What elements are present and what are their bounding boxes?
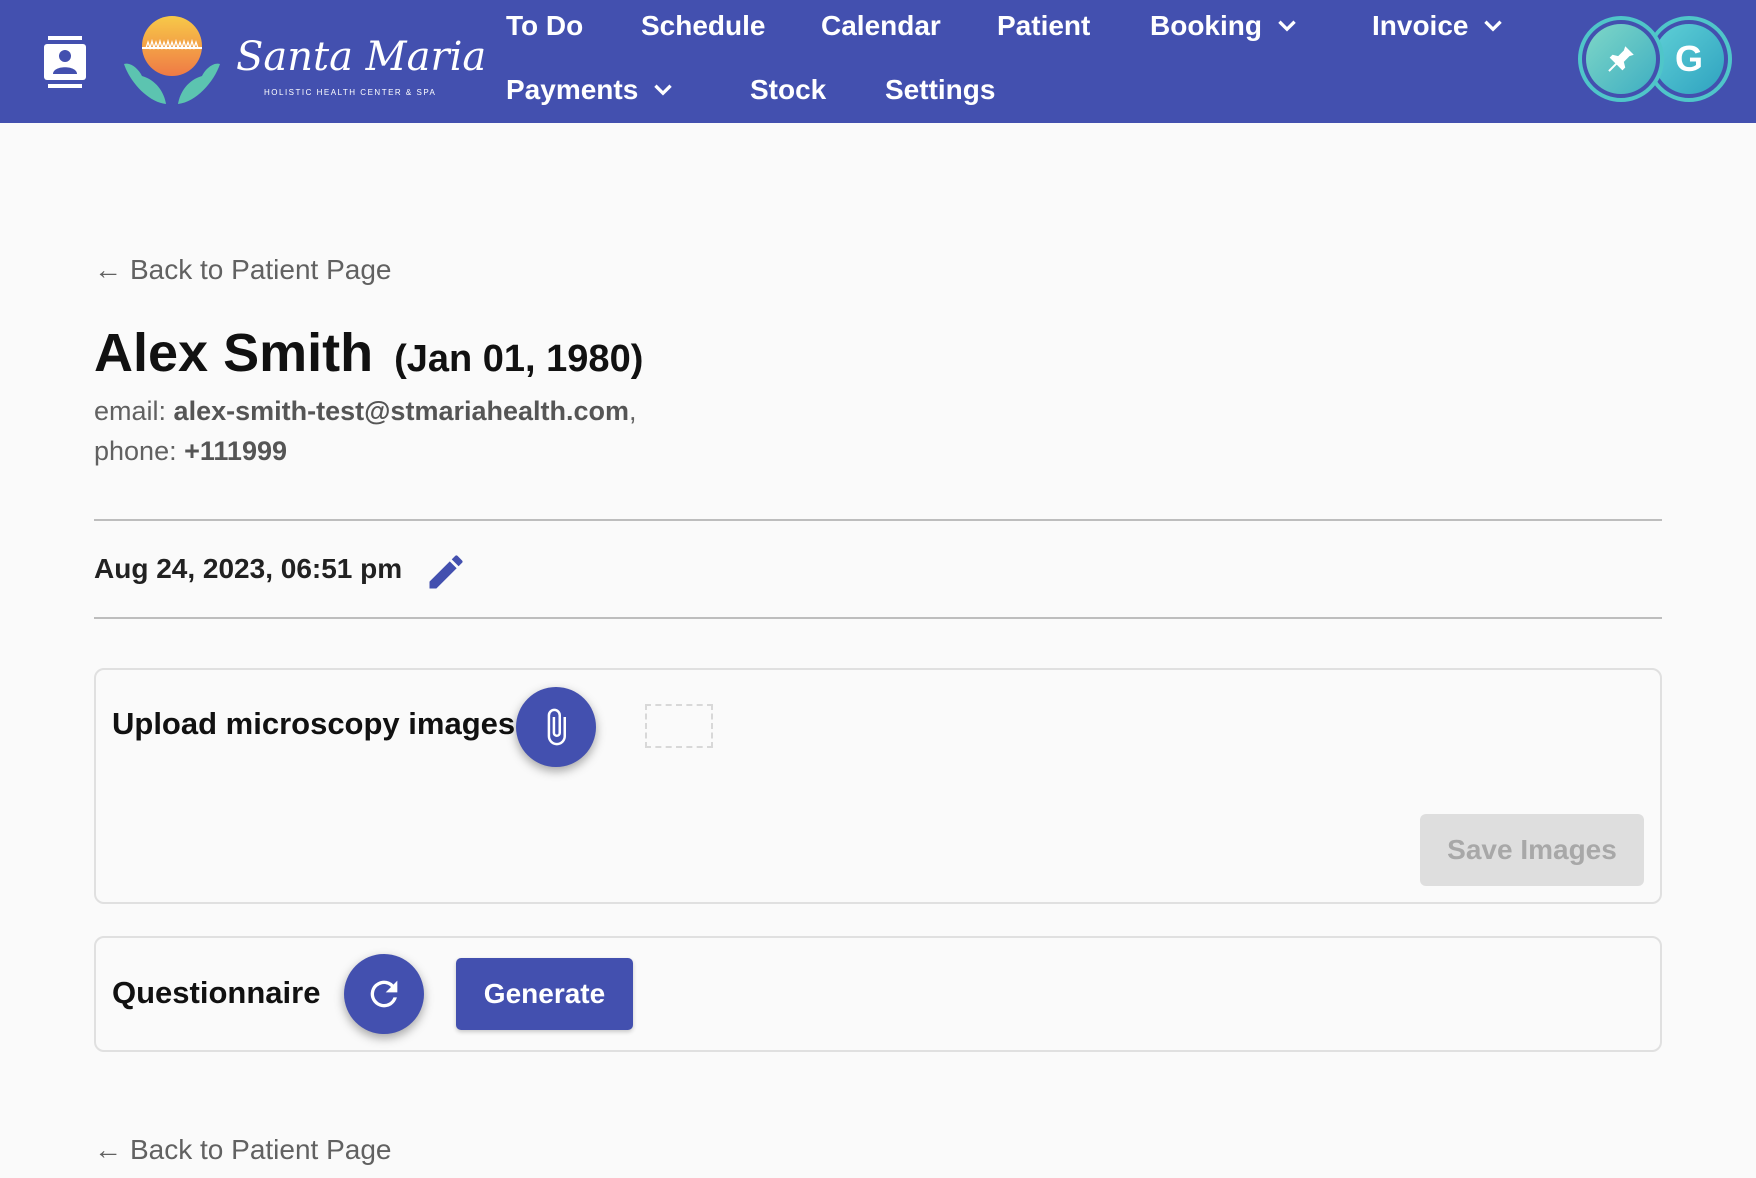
nav-payments[interactable]: Payments: [506, 74, 676, 106]
back-link-label: Back to Patient Page: [130, 1134, 392, 1165]
nav-invoice[interactable]: Invoice: [1372, 10, 1506, 42]
upload-images-card: Upload microscopy images Save Images: [94, 668, 1662, 904]
patient-phone-line: phone: +111999: [94, 436, 287, 467]
divider: [94, 617, 1662, 619]
patient-phone: +111999: [184, 436, 287, 466]
nav-settings[interactable]: Settings: [885, 74, 995, 106]
back-to-patient-link[interactable]: ← Back to Patient Page: [94, 254, 392, 286]
arrow-left-icon: ←: [94, 1134, 122, 1165]
chevron-down-icon: [654, 84, 673, 96]
patient-email-line: email: alex-smith-test@stmariahealth.com…: [94, 396, 637, 427]
patient-email: alex-smith-test@stmariahealth.com: [173, 396, 630, 426]
divider: [94, 519, 1662, 521]
nav-label: Stock: [750, 74, 827, 105]
nav-booking[interactable]: Booking: [1150, 10, 1300, 42]
nav-label: Calendar: [821, 10, 941, 41]
back-link-label: Back to Patient Page: [130, 254, 392, 285]
upload-card-title: Upload microscopy images: [112, 706, 516, 741]
patient-dob: (Jan 01, 1980): [394, 338, 644, 380]
page-title: Alex Smith (Jan 01, 1980): [94, 322, 643, 384]
back-to-patient-link-bottom[interactable]: ← Back to Patient Page: [94, 1134, 392, 1166]
nav-stock[interactable]: Stock: [750, 74, 826, 106]
contacts-icon[interactable]: [42, 36, 88, 88]
attach-images-button[interactable]: [516, 687, 596, 767]
refresh-icon: [370, 980, 398, 1008]
nav-patient[interactable]: Patient: [997, 10, 1090, 42]
santa-maria-logo[interactable]: Santa Maria HOLISTIC HEALTH CENTER & SPA: [120, 12, 486, 108]
arrow-left-icon: ←: [94, 254, 122, 285]
nav-schedule[interactable]: Schedule: [641, 10, 765, 42]
chevron-down-icon: [1278, 20, 1296, 32]
phone-label: phone:: [94, 436, 177, 466]
nav-label: Patient: [997, 10, 1091, 41]
pin-avatar-button[interactable]: [1578, 16, 1664, 102]
nav-label: Payments: [506, 74, 639, 105]
nav-calendar[interactable]: Calendar: [821, 10, 941, 42]
nav-label: To Do: [506, 10, 584, 41]
top-navigation-bar: Santa Maria HOLISTIC HEALTH CENTER & SPA…: [0, 0, 1756, 123]
patient-name: Alex Smith: [94, 323, 374, 383]
nav-label: Schedule: [641, 10, 766, 41]
nav-label: Settings: [885, 74, 996, 105]
email-suffix: ,: [629, 396, 637, 426]
nav-todo[interactable]: To Do: [506, 10, 583, 42]
logo-tagline: HOLISTIC HEALTH CENTER & SPA: [264, 88, 437, 97]
email-label: email:: [94, 396, 167, 426]
image-dropzone[interactable]: [645, 704, 713, 748]
nav-label: Invoice: [1372, 10, 1469, 41]
save-images-button[interactable]: Save Images: [1420, 814, 1644, 886]
nav-label: Booking: [1150, 10, 1262, 41]
generate-button[interactable]: Generate: [456, 958, 633, 1030]
visit-datetime: Aug 24, 2023, 06:51 pm: [94, 553, 403, 584]
pencil-icon[interactable]: [424, 550, 468, 594]
questionnaire-card: Questionnaire Generate: [94, 936, 1662, 1052]
pin-icon: [1608, 46, 1634, 72]
logo-name: Santa Maria: [236, 34, 487, 80]
refresh-questionnaire-button[interactable]: [344, 954, 424, 1034]
paperclip-icon: [547, 708, 566, 746]
user-initial: G: [1654, 24, 1724, 94]
questionnaire-title: Questionnaire: [112, 975, 321, 1010]
chevron-down-icon: [1484, 20, 1503, 32]
